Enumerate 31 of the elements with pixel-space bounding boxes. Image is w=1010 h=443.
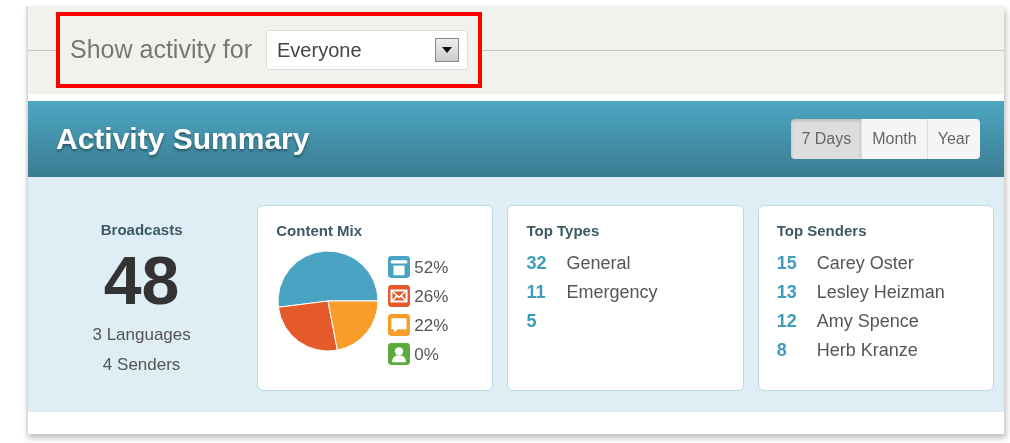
percent-label: 0% <box>414 343 439 366</box>
item-name: Emergency <box>566 280 658 304</box>
item-name: General <box>566 251 631 275</box>
caret-icon <box>435 38 459 62</box>
count-label: 32 <box>526 251 548 275</box>
stat-label: Broadcasts <box>99 220 184 240</box>
range-tab[interactable]: 7 Days <box>791 119 862 159</box>
count-label: 15 <box>776 251 798 275</box>
broadcast-count: 48 <box>102 245 181 314</box>
count-label: 12 <box>776 309 798 333</box>
range-tab[interactable]: Month <box>861 119 927 159</box>
percent-label: 26% <box>414 285 449 308</box>
percent-label: 52% <box>414 256 449 279</box>
count-label: 13 <box>776 280 798 304</box>
range-tab[interactable]: Year <box>926 119 980 159</box>
count-label: 8 <box>776 338 788 362</box>
filter-label: Show activity for <box>70 34 252 66</box>
item-name: Herb Kranze <box>816 338 918 362</box>
count-label: 5 <box>526 309 538 333</box>
summary-title: Activity Summary <box>56 121 310 157</box>
stat-line: 3 Languages <box>91 323 192 346</box>
card-title: Top Senders <box>776 221 868 241</box>
card-title: Content Mix <box>276 221 364 241</box>
item-name: Amy Spence <box>816 309 919 333</box>
item-name: Carey Oster <box>816 251 914 275</box>
percent-label: 22% <box>414 314 449 337</box>
audience-dropdown[interactable]: Everyone <box>266 30 468 70</box>
count-label: 11 <box>526 280 547 304</box>
card-title: Top Types <box>526 221 601 241</box>
item-name: Lesley Heizman <box>816 280 945 304</box>
stat-line: 4 Senders <box>101 353 182 376</box>
